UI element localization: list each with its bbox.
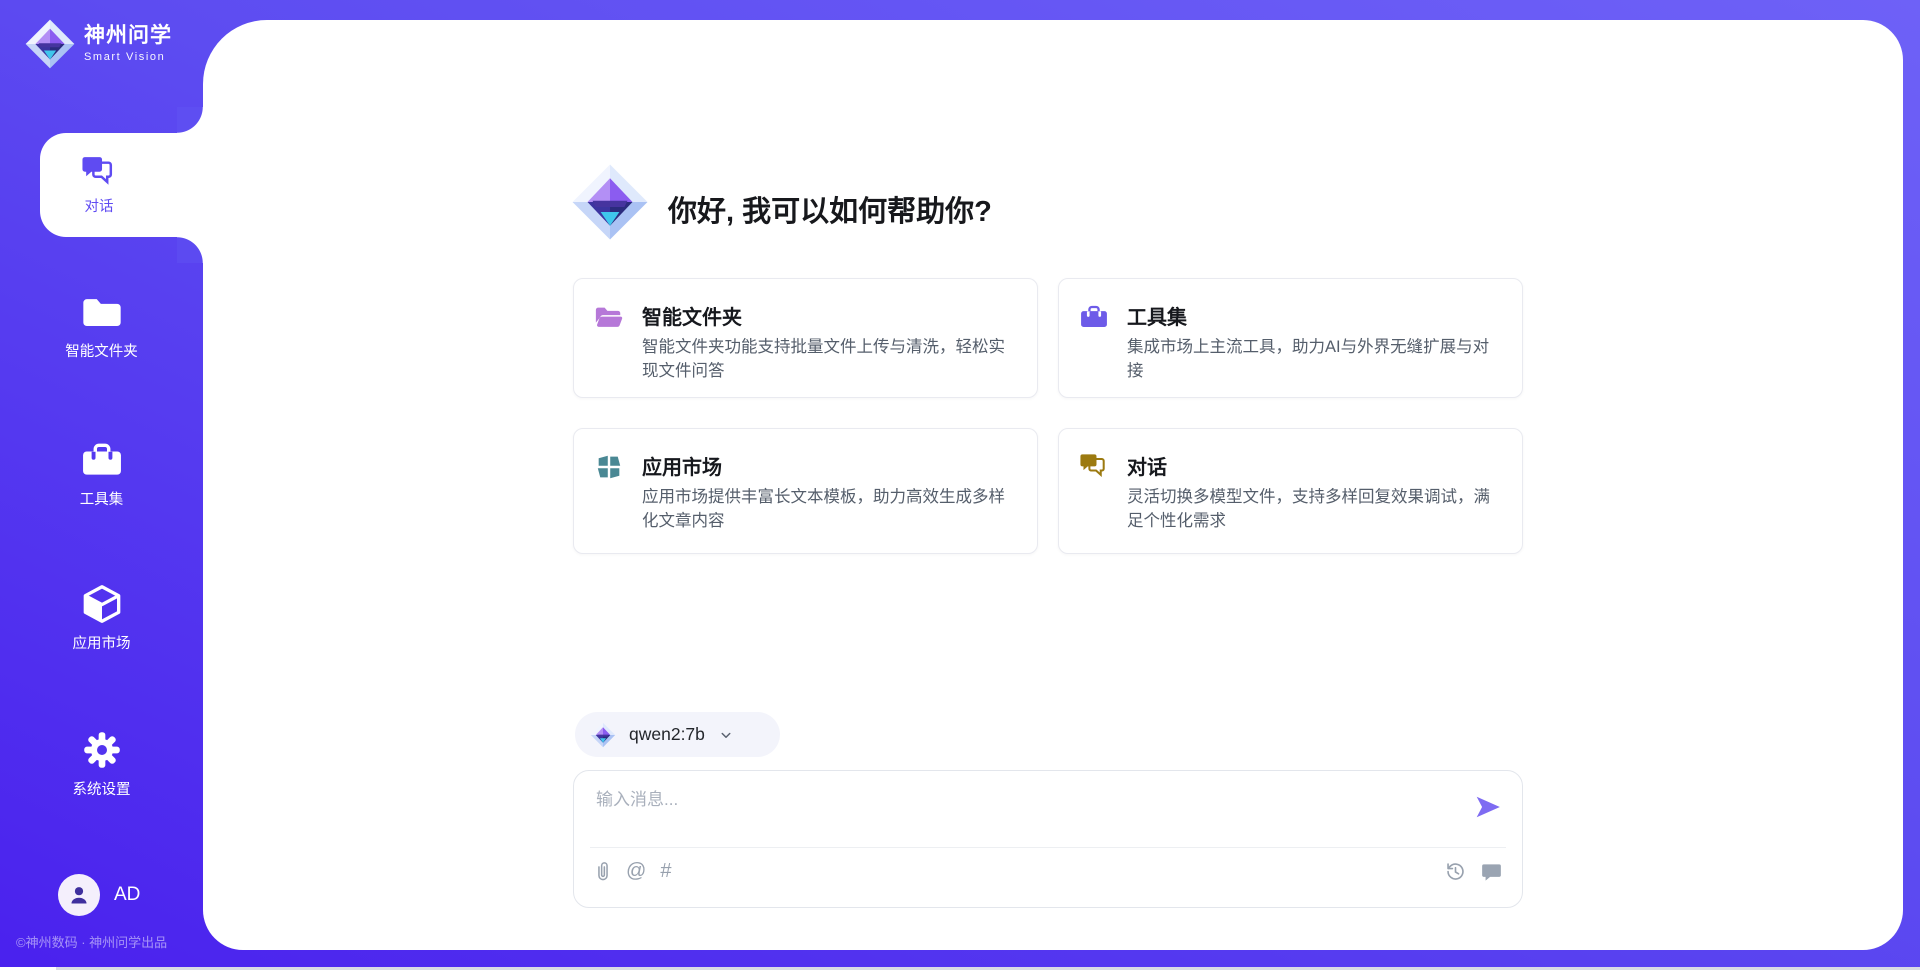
folder-icon (81, 292, 123, 332)
greeting-diamond-icon (570, 162, 650, 242)
card-description: 智能文件夹功能支持批量文件上传与清洗，轻松实现文件问答 (642, 335, 1017, 383)
model-selector[interactable]: qwen2:7b (575, 712, 780, 757)
sidebar-item-label: 应用市场 (73, 632, 131, 653)
sidebar-item-label: 系统设置 (73, 778, 131, 799)
sidebar-item-chat[interactable]: 对话 (40, 133, 203, 237)
sidebar-item-app-market[interactable]: 应用市场 (0, 584, 203, 653)
user-initials: AD (114, 884, 140, 906)
card-toolbox[interactable]: 工具集 集成市场上主流工具，助力AI与外界无缝扩展与对接 (1058, 278, 1523, 398)
composer-divider (590, 847, 1506, 848)
gear-icon (82, 730, 122, 770)
app-grid-icon (594, 453, 624, 481)
sidebar: 神州问学 Smart Vision 对话 智能文件夹 工具集 应用市场 系统设置 (0, 0, 203, 970)
card-smart-folder[interactable]: 智能文件夹 智能文件夹功能支持批量文件上传与清洗，轻松实现文件问答 (573, 278, 1038, 398)
message-composer: @ # (573, 770, 1523, 908)
chat-icon (1079, 453, 1109, 477)
sidebar-footer: ©神州数码 · 神州问学出品 (16, 932, 167, 951)
active-tab-curl-bottom (177, 237, 203, 263)
card-chat[interactable]: 对话 灵活切换多模型文件，支持多样回复效果调试，满足个性化需求 (1058, 428, 1523, 554)
greeting-text: 你好, 我可以如何帮助你? (668, 188, 992, 230)
at-mention-icon[interactable]: @ (626, 860, 646, 882)
sidebar-item-label: 工具集 (80, 488, 124, 509)
folder-open-icon (594, 303, 624, 331)
sidebar-item-label: 智能文件夹 (65, 340, 138, 361)
model-diamond-icon (590, 722, 616, 748)
brand-subtitle: Smart Vision (84, 50, 172, 64)
card-description: 应用市场提供丰富长文本模板，助力高效生成多样化文章内容 (642, 485, 1017, 533)
user-profile[interactable]: AD (58, 874, 140, 916)
card-title: 应用市场 (642, 451, 722, 480)
feedback-bubble-icon[interactable] (1481, 861, 1502, 882)
toolbox-icon (1079, 303, 1109, 331)
chat-icon (81, 154, 117, 186)
toolbox-icon (80, 440, 124, 480)
app-window: 神州问学 Smart Vision 对话 智能文件夹 工具集 应用市场 系统设置 (0, 0, 1920, 970)
model-name: qwen2:7b (629, 724, 705, 745)
chevron-down-icon (717, 726, 735, 744)
avatar (58, 874, 100, 916)
sidebar-item-smart-folder[interactable]: 智能文件夹 (0, 292, 203, 361)
paperclip-icon[interactable] (594, 859, 612, 883)
active-tab-curl-top (177, 107, 203, 133)
brand-logo: 神州问学 Smart Vision (24, 18, 172, 70)
send-icon[interactable] (1474, 793, 1502, 821)
brand-title: 神州问学 (84, 24, 172, 48)
card-title: 对话 (1127, 451, 1167, 480)
card-title: 智能文件夹 (642, 301, 742, 330)
message-input[interactable] (596, 785, 1436, 841)
sidebar-item-settings[interactable]: 系统设置 (0, 730, 203, 799)
history-icon[interactable] (1445, 861, 1466, 882)
card-description: 灵活切换多模型文件，支持多样回复效果调试，满足个性化需求 (1127, 485, 1502, 533)
sidebar-item-label: 对话 (85, 195, 114, 216)
brand-diamond-icon (24, 18, 76, 70)
person-icon (67, 883, 91, 907)
card-app-market[interactable]: 应用市场 应用市场提供丰富长文本模板，助力高效生成多样化文章内容 (573, 428, 1038, 554)
cube-icon (81, 584, 123, 624)
card-description: 集成市场上主流工具，助力AI与外界无缝扩展与对接 (1127, 335, 1502, 383)
card-title: 工具集 (1127, 301, 1187, 330)
sidebar-item-toolbox[interactable]: 工具集 (0, 440, 203, 509)
hash-icon[interactable]: # (660, 860, 671, 882)
